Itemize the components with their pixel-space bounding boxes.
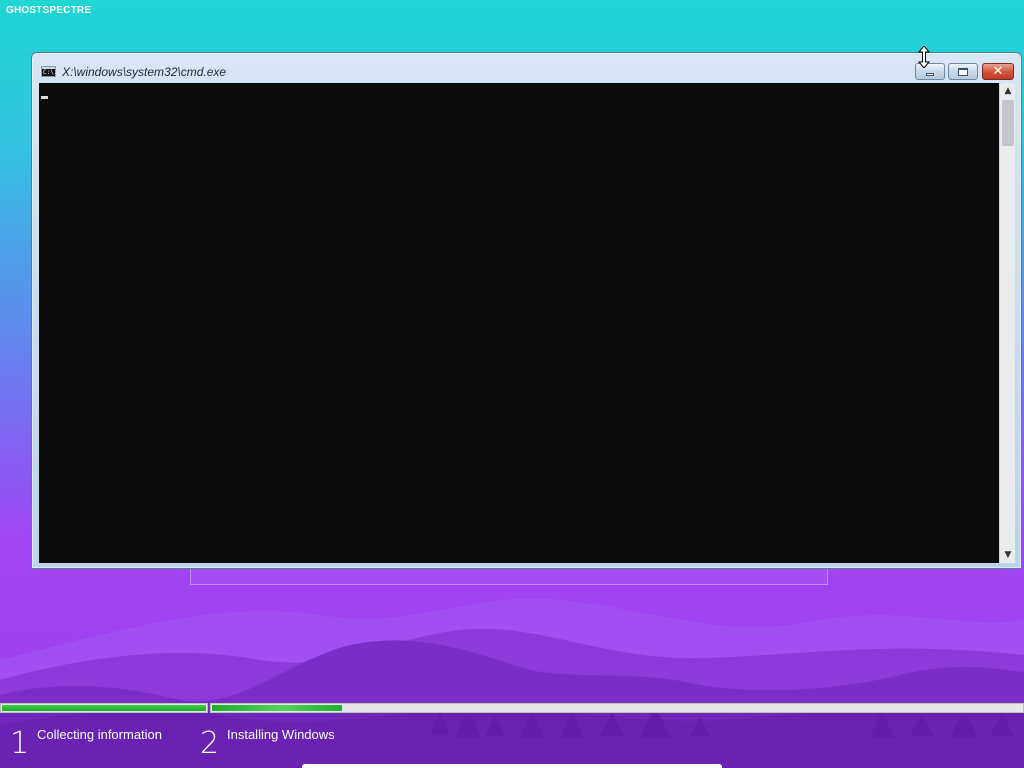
vertical-scrollbar[interactable]: ▲ ▼	[999, 83, 1015, 563]
close-icon: ✕	[992, 64, 1004, 79]
console-output[interactable]	[39, 83, 999, 563]
brand-label: GHOSTSPECTRE	[6, 5, 92, 16]
cmd-titlebar[interactable]: C:\. X:\windows\system32\cmd.exe ✕	[32, 53, 1021, 83]
bottom-dialog-edge	[302, 764, 722, 768]
step-label: Collecting information	[37, 727, 163, 742]
step-label: Installing Windows	[227, 727, 335, 742]
scrollbar-thumb[interactable]	[1002, 100, 1014, 146]
close-button[interactable]: ✕	[982, 63, 1014, 80]
step-number: 2	[200, 726, 220, 761]
progress-step1	[0, 703, 208, 713]
window-title: X:\windows\system32\cmd.exe	[62, 65, 227, 79]
text-cursor	[41, 96, 48, 99]
cmd-icon[interactable]: C:\.	[41, 66, 58, 77]
progress-step1-fill	[2, 705, 206, 711]
cmd-icon-text: C:\.	[43, 69, 58, 76]
scroll-up-button[interactable]: ▲	[1000, 83, 1016, 99]
restore-button[interactable]	[948, 63, 978, 80]
scroll-down-button[interactable]: ▼	[1000, 547, 1016, 563]
progress-step2-fill	[212, 705, 342, 711]
step-number: 1	[10, 726, 30, 761]
setup-dialog-shadow	[190, 569, 828, 585]
minimize-icon	[926, 72, 934, 76]
resize-cursor-icon	[917, 46, 931, 68]
progress-step2	[210, 703, 1024, 713]
restore-icon	[958, 67, 968, 76]
cmd-window[interactable]: C:\. X:\windows\system32\cmd.exe ✕ ▲ ▼	[31, 52, 1022, 569]
